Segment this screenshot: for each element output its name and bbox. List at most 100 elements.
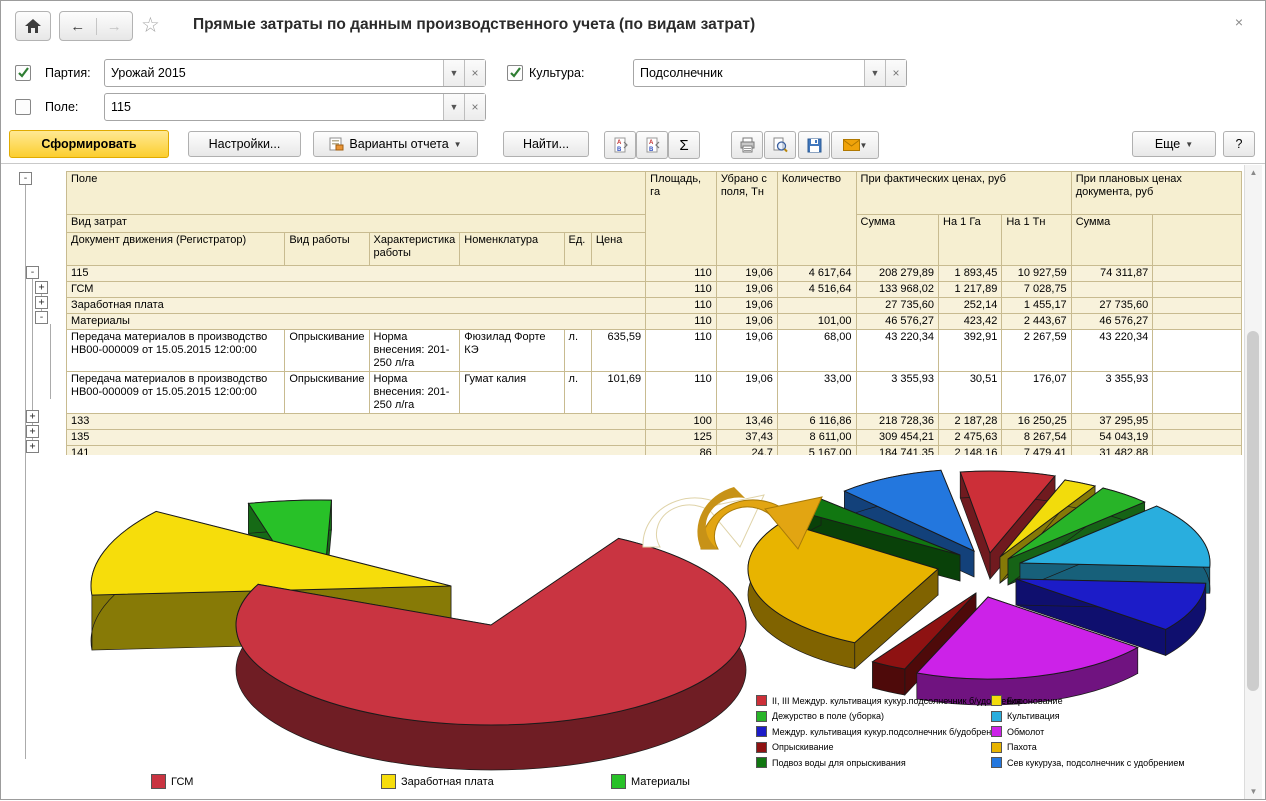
header-plan-sum[interactable]: Сумма [1070, 214, 1154, 266]
send-email-button[interactable]: ▼ [831, 131, 879, 159]
tree-expander[interactable]: + [26, 410, 39, 423]
group-value[interactable]: 110 [645, 281, 717, 298]
group-value[interactable]: 19,06 [715, 265, 778, 282]
more-button[interactable]: Еще ▼ [1132, 131, 1216, 157]
group-value[interactable]: 1 455,17 [1001, 297, 1072, 314]
header-plan-prices[interactable]: При плановых ценах документа, руб [1070, 171, 1242, 215]
settings-button[interactable]: Настройки... [188, 131, 301, 157]
group-value[interactable]: 110 [645, 265, 717, 282]
kultura-dropdown-button[interactable]: ▼ [864, 60, 885, 86]
group-value[interactable]: 86 [645, 445, 717, 455]
group-value[interactable]: 218 728,36 [855, 413, 940, 430]
pole-input[interactable] [105, 94, 443, 120]
group-value[interactable]: 13,46 [715, 413, 778, 430]
detail-unit[interactable]: л. [563, 329, 592, 372]
header-cost-type[interactable]: Вид затрат [66, 214, 647, 233]
group-value[interactable]: 110 [645, 313, 717, 330]
detail-value[interactable]: 3 355,93 [855, 371, 940, 414]
group-label[interactable]: 141 [66, 445, 647, 455]
detail-price[interactable]: 635,59 [590, 329, 647, 372]
group-value[interactable]: 4 617,64 [776, 265, 857, 282]
vertical-scrollbar[interactable]: ▲ ▼ [1244, 165, 1262, 799]
group-value[interactable] [1152, 265, 1242, 282]
sum-button[interactable]: Σ [668, 131, 700, 159]
header-doc[interactable]: Документ движения (Регистратор) [66, 232, 286, 266]
group-value[interactable] [776, 297, 857, 314]
scroll-up-icon[interactable]: ▲ [1249, 168, 1258, 177]
group-value[interactable]: 2 475,63 [938, 429, 1003, 446]
group-value[interactable]: 208 279,89 [855, 265, 940, 282]
detail-value[interactable]: 68,00 [776, 329, 857, 372]
group-value[interactable] [1152, 297, 1242, 314]
group-value[interactable]: 252,14 [938, 297, 1003, 314]
detail-value[interactable] [1152, 371, 1242, 414]
group-value[interactable]: 46 576,27 [855, 313, 940, 330]
group-value[interactable]: 19,06 [715, 313, 778, 330]
group-value[interactable]: 133 968,02 [855, 281, 940, 298]
group-value[interactable]: 31 482,88 [1070, 445, 1154, 455]
header-harvested[interactable]: Убрано с поля, Тн [715, 171, 778, 266]
group-label[interactable]: 135 [66, 429, 647, 446]
detail-value[interactable]: 2 267,59 [1001, 329, 1072, 372]
tree-expander[interactable]: + [35, 281, 48, 294]
header-field[interactable]: Поле [66, 171, 647, 215]
detail-value[interactable]: 110 [645, 371, 717, 414]
header-per-ha[interactable]: На 1 Га [938, 214, 1003, 266]
group-value[interactable]: 4 516,64 [776, 281, 857, 298]
group-label[interactable]: Материалы [66, 313, 647, 330]
find-button[interactable]: Найти... [503, 131, 589, 157]
group-label[interactable]: 115 [66, 265, 647, 282]
detail-characteristic[interactable]: Норма внесения: 201-250 л/га [368, 329, 461, 372]
tree-expander[interactable]: - [35, 311, 48, 324]
group-value[interactable]: 46 576,27 [1070, 313, 1154, 330]
back-button[interactable]: ← [60, 17, 97, 35]
pole-dropdown-button[interactable]: ▼ [443, 94, 464, 120]
header-area[interactable]: Площадь, га [645, 171, 717, 266]
print-preview-button[interactable] [764, 131, 796, 159]
group-value[interactable]: 10 927,59 [1001, 265, 1072, 282]
detail-value[interactable]: 3 355,93 [1070, 371, 1154, 414]
detail-value[interactable]: 43 220,34 [1070, 329, 1154, 372]
detail-unit[interactable]: л. [563, 371, 592, 414]
detail-value[interactable] [1152, 329, 1242, 372]
group-value[interactable] [1070, 281, 1154, 298]
close-icon[interactable]: × [1235, 14, 1243, 30]
group-label[interactable]: ГСМ [66, 281, 647, 298]
tree-expander[interactable]: - [26, 266, 39, 279]
group-value[interactable]: 1 217,89 [938, 281, 1003, 298]
detail-work[interactable]: Опрыскивание [284, 329, 370, 372]
group-value[interactable]: 101,00 [776, 313, 857, 330]
group-value[interactable]: 19,06 [715, 281, 778, 298]
detail-value[interactable]: 43 220,34 [855, 329, 940, 372]
scroll-down-icon[interactable]: ▼ [1249, 787, 1258, 796]
group-value[interactable]: 37,43 [715, 429, 778, 446]
detail-value[interactable]: 176,07 [1001, 371, 1072, 414]
group-value[interactable]: 2 148,16 [938, 445, 1003, 455]
pole-checkbox[interactable] [15, 99, 31, 115]
detail-value[interactable]: 19,06 [715, 329, 778, 372]
help-button[interactable]: ? [1223, 131, 1255, 157]
kultura-input[interactable] [634, 60, 864, 86]
detail-doc[interactable]: Передача материалов в производство НВ00-… [66, 371, 286, 414]
group-value[interactable]: 125 [645, 429, 717, 446]
kultura-checkbox[interactable] [507, 65, 523, 81]
collapse-groups-button[interactable]: A B [636, 131, 668, 159]
tree-expander[interactable]: + [35, 296, 48, 309]
detail-nomenclature[interactable]: Гумат калия [459, 371, 565, 414]
detail-price[interactable]: 101,69 [590, 371, 647, 414]
scrollbar-thumb[interactable] [1247, 331, 1259, 691]
group-value[interactable] [1152, 281, 1242, 298]
header-fact-prices[interactable]: При фактических ценах, руб [855, 171, 1072, 215]
favorite-star-icon[interactable]: ☆ [141, 13, 160, 38]
group-value[interactable]: 309 454,21 [855, 429, 940, 446]
detail-value[interactable]: 110 [645, 329, 717, 372]
group-value[interactable]: 7 028,75 [1001, 281, 1072, 298]
detail-value[interactable]: 392,91 [938, 329, 1003, 372]
detail-value[interactable]: 33,00 [776, 371, 857, 414]
group-label[interactable]: 133 [66, 413, 647, 430]
group-value[interactable]: 7 479,41 [1001, 445, 1072, 455]
group-value[interactable]: 24,7 [715, 445, 778, 455]
partia-dropdown-button[interactable]: ▼ [443, 60, 464, 86]
kultura-clear-button[interactable]: × [885, 60, 906, 86]
group-value[interactable]: 54 043,19 [1070, 429, 1154, 446]
